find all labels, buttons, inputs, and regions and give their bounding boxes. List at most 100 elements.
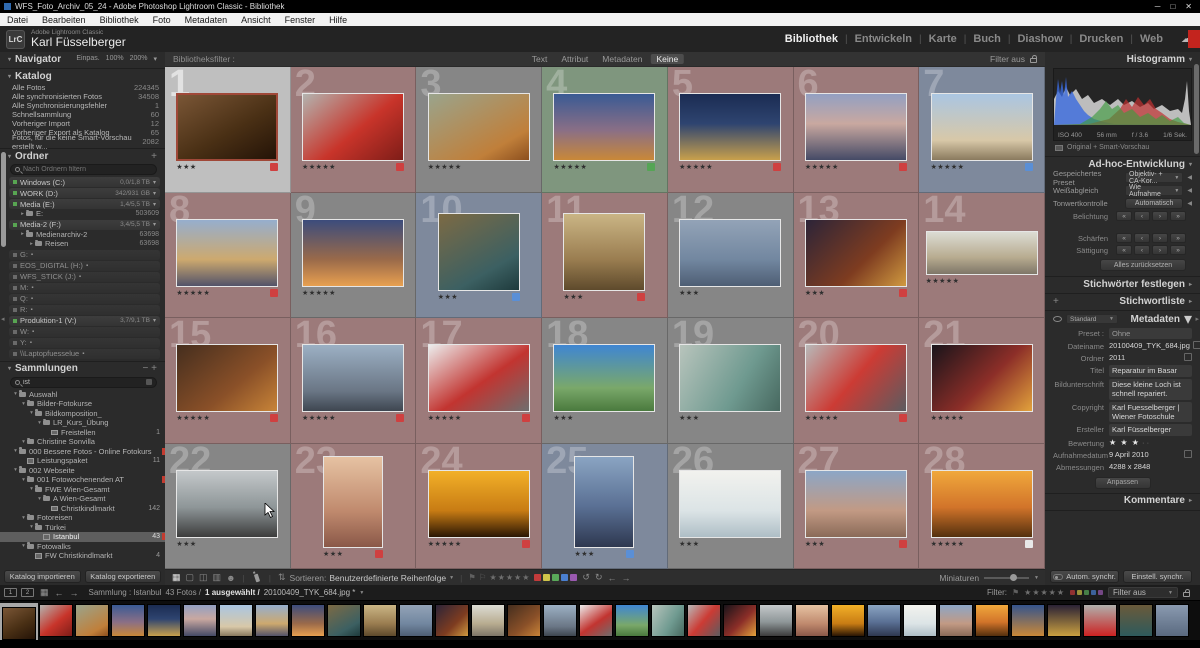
cell-rating-stars[interactable]: ★★★★★ xyxy=(931,414,965,422)
keyword-list-header[interactable]: + Stichwortliste ▸ xyxy=(1045,294,1200,308)
metadata-view-dropdown[interactable]: Standard ▼ xyxy=(1066,314,1118,324)
stepper-button[interactable]: › xyxy=(1152,233,1168,243)
field-action-icon[interactable] xyxy=(1193,341,1200,349)
filmstrip-thumbnail[interactable] xyxy=(867,604,901,637)
toolbar-star-icon[interactable]: ★ xyxy=(506,573,514,582)
grid-cell[interactable]: 4★★★★★ xyxy=(542,67,668,193)
photo-thumbnail[interactable] xyxy=(428,344,530,412)
cell-rating-stars[interactable]: ★★★★★ xyxy=(805,414,839,422)
cell-rating-stars[interactable]: ★★★★★ xyxy=(176,414,210,422)
cell-rating-stars[interactable]: ★★★ xyxy=(176,540,196,548)
volume-row[interactable]: WFS_STICK (J:)▪ xyxy=(9,272,160,282)
collection-row[interactable]: ▾000 Bessere Fotos - Online Fotokurs xyxy=(0,447,165,457)
cell-color-badge[interactable] xyxy=(522,414,530,422)
grid-cell[interactable]: 3★★★★★ xyxy=(416,67,542,193)
color-filter-dot[interactable] xyxy=(1091,590,1096,595)
filmstrip-thumbnail[interactable] xyxy=(1119,604,1153,637)
saved-preset-dropdown[interactable]: Objektiv- + CA-Kor... ▼ xyxy=(1125,172,1183,183)
comments-header[interactable]: Kommentare ▸ xyxy=(1045,494,1200,508)
adjust-button[interactable]: Anpassen xyxy=(1095,477,1151,489)
stepper-button[interactable]: › xyxy=(1152,245,1168,255)
filter-option-keine[interactable]: Keine xyxy=(650,54,684,64)
volume-row[interactable]: Y:▪ xyxy=(9,338,160,348)
cell-rating-stars[interactable]: ★★★ xyxy=(805,289,825,297)
photo-thumbnail[interactable] xyxy=(302,93,404,161)
toolbar-star-icon[interactable]: ★ xyxy=(490,573,498,582)
menu-hilfe[interactable]: Hilfe xyxy=(322,15,354,25)
filter-star-icon[interactable]: ★ xyxy=(1049,588,1057,597)
cell-color-badge[interactable] xyxy=(270,163,278,171)
collection-filter-box[interactable] xyxy=(10,377,157,388)
rotate-left-icon[interactable]: ↺ xyxy=(581,572,591,583)
volume-row[interactable]: G:▪ xyxy=(9,250,160,260)
cell-color-badge[interactable] xyxy=(899,289,907,297)
star-filter[interactable]: ★★★★★ xyxy=(1024,588,1065,597)
grid-view-icon[interactable]: ▦ xyxy=(171,572,182,583)
flag-pick-icon[interactable]: ⚑ xyxy=(468,572,476,583)
cell-color-badge[interactable] xyxy=(637,293,645,301)
navigator-zoom-200%[interactable]: 200% xyxy=(130,55,148,63)
volume-row[interactable]: EOS_DIGITAL (H:)▪ xyxy=(9,261,160,271)
photo-thumbnail[interactable] xyxy=(302,344,404,412)
cell-rating-stars[interactable]: ★★★ xyxy=(176,163,196,171)
stepper-button[interactable]: » xyxy=(1170,211,1186,221)
color-label-chips[interactable] xyxy=(533,574,578,581)
photo-thumbnail[interactable] xyxy=(563,213,645,291)
grid-cell[interactable]: 12★★★ xyxy=(668,193,794,319)
collections-header[interactable]: ▾ Sammlungen − + xyxy=(0,362,165,376)
auto-sync-button[interactable]: Autom. synchr. xyxy=(1050,570,1119,583)
collection-row[interactable]: Freistellen1 xyxy=(0,428,165,438)
filmstrip-thumbnail[interactable] xyxy=(471,604,505,637)
menu-metadaten[interactable]: Metadaten xyxy=(178,15,235,25)
catalog-item[interactable]: Alle synchronisierten Fotos34508 xyxy=(12,92,159,101)
filmstrip-thumbnail[interactable] xyxy=(1083,604,1117,637)
forward-arrow-icon[interactable]: → xyxy=(70,588,79,598)
stepper-button[interactable]: » xyxy=(1170,245,1186,255)
photo-thumbnail[interactable] xyxy=(323,456,383,548)
toolbar-star-icon[interactable]: ★ xyxy=(522,573,530,582)
cell-rating-stars[interactable]: ★★★★★ xyxy=(302,289,336,297)
volume-row[interactable]: Windows (C:)0,0/1,8 TB▾ xyxy=(9,177,160,187)
volume-row[interactable]: \\Laptopfuesselue▪ xyxy=(9,349,160,359)
field-action-icon[interactable] xyxy=(1184,353,1192,361)
collection-filter-input[interactable] xyxy=(23,379,123,386)
filmstrip-thumbnail[interactable] xyxy=(543,604,577,637)
filter-star-icon[interactable]: ★ xyxy=(1057,588,1065,597)
collection-row[interactable]: ▾Christine Sonvilla xyxy=(0,437,165,447)
grid-cell[interactable]: 27★★★ xyxy=(794,444,920,570)
grid-cell[interactable]: 13★★★ xyxy=(794,193,920,319)
photo-thumbnail[interactable] xyxy=(679,93,781,161)
collection-row[interactable]: ▾Auswahl xyxy=(0,390,165,400)
volume-row[interactable]: WORK (D:)342/931 GB▾ xyxy=(9,188,160,198)
catalog-header[interactable]: ▾ Katalog xyxy=(0,69,165,83)
grid-cell[interactable]: 28★★★★★ xyxy=(919,444,1045,570)
cell-rating-stars[interactable]: ★★★★★ xyxy=(302,414,336,422)
grid-cell[interactable]: 19★★★ xyxy=(668,318,794,444)
filmstrip-thumbnail[interactable] xyxy=(615,604,649,637)
auto-tone-button[interactable]: Automatisch xyxy=(1125,198,1183,209)
filmstrip-thumbnail[interactable] xyxy=(687,604,721,637)
color-filter-dot[interactable] xyxy=(1077,590,1082,595)
photo-thumbnail[interactable] xyxy=(805,344,907,412)
metadata-field-value[interactable]: Karl Füsselberger xyxy=(1109,424,1192,435)
collection-row[interactable]: ▾Türkei xyxy=(0,523,165,533)
module-diashow[interactable]: Diashow xyxy=(1010,33,1069,45)
cell-rating-stars[interactable]: ★★★★★ xyxy=(553,163,587,171)
folder-filter-box[interactable] xyxy=(10,164,157,175)
filmstrip-thumbnail[interactable] xyxy=(759,604,793,637)
loupe-view-icon[interactable]: ▢ xyxy=(185,572,196,583)
main-window-icon[interactable]: 1 xyxy=(4,588,17,597)
maximize-button[interactable]: □ xyxy=(1170,2,1175,11)
photo-thumbnail[interactable] xyxy=(553,93,655,161)
color-label-chip[interactable] xyxy=(570,574,577,581)
color-label-chip[interactable] xyxy=(552,574,559,581)
module-buch[interactable]: Buch xyxy=(966,33,1008,45)
cell-color-badge[interactable] xyxy=(396,414,404,422)
volume-row[interactable]: R:▪ xyxy=(9,305,160,315)
volume-row[interactable]: Media-2 (F:)3,4/5,5 TB▾ xyxy=(9,220,160,230)
histogram-header[interactable]: Histogramm ▾ xyxy=(1045,52,1200,66)
photo-thumbnail[interactable] xyxy=(931,344,1033,412)
metadata-field-value[interactable]: Diese kleine Loch ist schnell repariert. xyxy=(1109,379,1192,400)
collection-row[interactable]: Leistungspaket11 xyxy=(0,456,165,466)
folders-header[interactable]: ▾ Ordner + xyxy=(0,149,165,163)
